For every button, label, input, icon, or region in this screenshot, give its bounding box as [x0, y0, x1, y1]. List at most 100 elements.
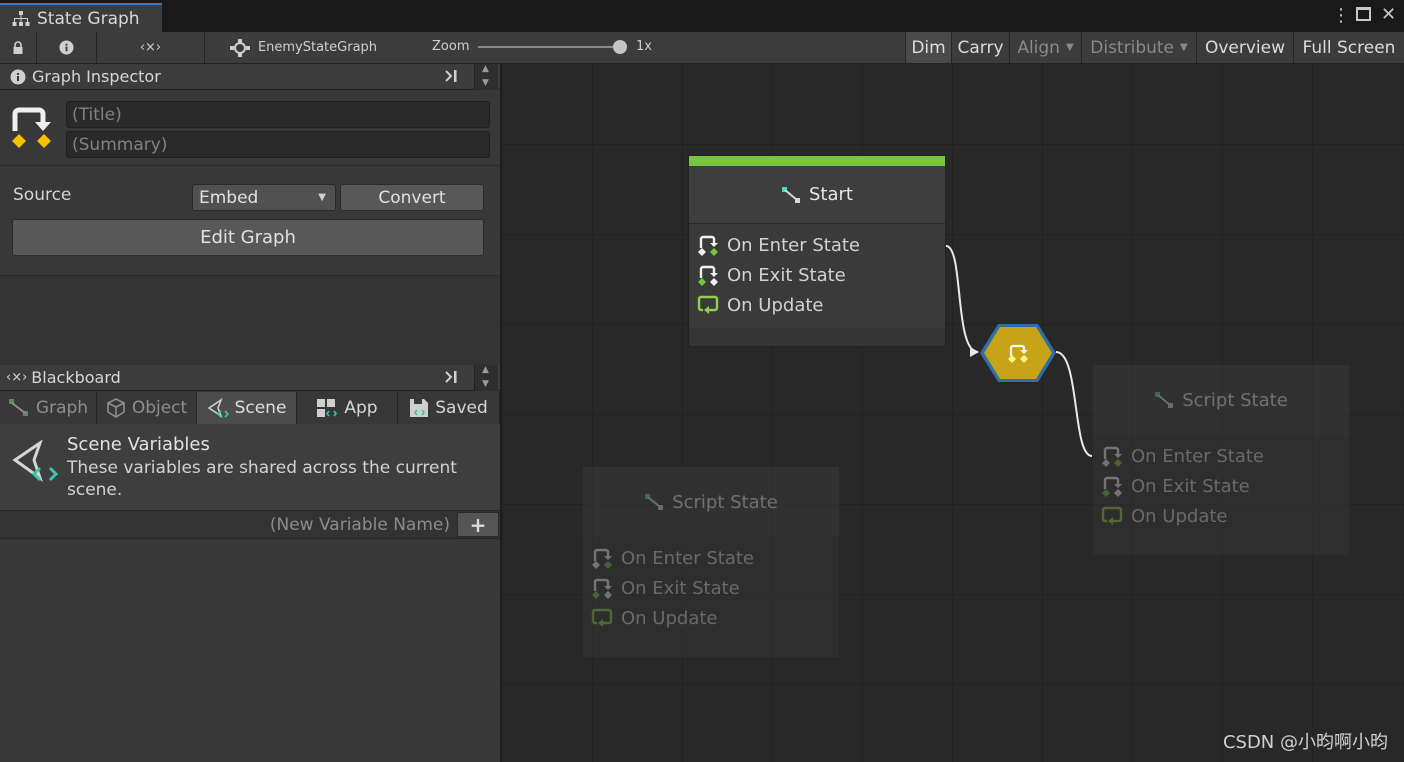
- port-on-update[interactable]: On Update: [697, 294, 824, 316]
- tab-scene-label: Scene: [234, 398, 287, 418]
- tab-title: State Graph: [37, 8, 140, 29]
- new-variable-input[interactable]: (New Variable Name): [0, 511, 455, 538]
- tab-saved-label: Saved: [435, 398, 488, 418]
- close-icon[interactable]: ✕: [1381, 4, 1396, 25]
- carry-button[interactable]: Carry: [951, 32, 1009, 63]
- add-variable-button[interactable]: +: [457, 512, 499, 537]
- blackboard-toggle-button[interactable]: ‹×›: [97, 32, 205, 63]
- chevron-down-icon: ▼: [1180, 42, 1188, 53]
- align-label: Align: [1017, 37, 1060, 58]
- scene-variables-description: These variables are shared across the cu…: [67, 458, 457, 500]
- blackboard-title: Blackboard: [31, 368, 121, 387]
- port-on-update[interactable]: On Update: [1101, 505, 1228, 527]
- summary-placeholder: (Summary): [72, 134, 168, 155]
- fullscreen-label: Full Screen: [1302, 37, 1396, 58]
- start-state-node[interactable]: Start On Enter State On Exit State On Up…: [688, 155, 946, 347]
- graph-breadcrumb[interactable]: EnemyStateGraph: [205, 32, 402, 63]
- variables-icon: ‹×›: [6, 370, 28, 385]
- graph-variables-icon: [8, 399, 28, 416]
- unity-scene-icon: [12, 440, 58, 482]
- unity-scene-icon: [207, 398, 229, 418]
- graph-inspector-header: Graph Inspector ▲ ▼: [0, 64, 500, 90]
- new-variable-row: (New Variable Name) +: [0, 510, 500, 539]
- source-dropdown[interactable]: Embed ▼: [192, 184, 336, 211]
- tab-graph-label: Graph: [35, 398, 89, 418]
- state-exit-icon: [698, 265, 718, 286]
- port-on-exit-state[interactable]: On Exit State: [1101, 475, 1250, 497]
- state-graph-asset-icon: [12, 107, 51, 148]
- tab-app-label: App: [344, 398, 378, 418]
- state-enter-icon: [1102, 446, 1122, 467]
- scroll-down-icon[interactable]: ▼: [482, 78, 489, 88]
- tab-object[interactable]: Object: [97, 392, 197, 424]
- graph-canvas[interactable]: Start On Enter State On Exit State On Up…: [502, 64, 1404, 762]
- lock-button[interactable]: [0, 32, 37, 63]
- scroll-up-icon[interactable]: ▲: [482, 64, 489, 74]
- tab-app[interactable]: App: [297, 392, 398, 424]
- tab-saved[interactable]: Saved: [398, 392, 500, 424]
- inspector-empty-area: [0, 275, 500, 365]
- tab-scene[interactable]: Scene: [197, 392, 297, 424]
- update-loop-icon: [591, 608, 613, 627]
- start-node-header: Start: [689, 166, 945, 224]
- summary-input[interactable]: (Summary): [66, 131, 490, 158]
- port-on-enter-state[interactable]: On Enter State: [591, 547, 754, 569]
- save-icon: [410, 399, 429, 417]
- convert-label: Convert: [378, 187, 446, 208]
- tab-state-graph[interactable]: State Graph: [0, 3, 162, 32]
- blackboard-header: ‹×› Blackboard ▲ ▼: [0, 365, 500, 391]
- zoom-label: Zoom: [432, 39, 470, 54]
- fullscreen-button[interactable]: Full Screen: [1293, 32, 1404, 63]
- dock-icon[interactable]: [444, 66, 458, 86]
- script-state-node-right[interactable]: Script State On Enter State On Exit Stat…: [1092, 364, 1350, 556]
- state-graph-icon: [229, 38, 250, 57]
- port-on-exit-state[interactable]: On Exit State: [591, 577, 740, 599]
- dim-button[interactable]: Dim: [905, 32, 951, 63]
- port-on-enter-state[interactable]: On Enter State: [697, 234, 860, 256]
- zoom-slider-track[interactable]: [478, 46, 620, 48]
- port-on-update[interactable]: On Update: [591, 607, 718, 629]
- title-input[interactable]: (Title): [66, 101, 490, 128]
- watermark: CSDN @小昀啊小昀: [1222, 732, 1388, 753]
- scroll-down-icon[interactable]: ▼: [482, 379, 489, 389]
- distribute-dropdown[interactable]: Distribute ▼: [1081, 32, 1196, 63]
- more-menu-icon[interactable]: ⋮: [1332, 5, 1350, 26]
- info-icon: [10, 69, 26, 84]
- convert-button[interactable]: Convert: [340, 184, 484, 211]
- tab-object-label: Object: [131, 398, 188, 418]
- scene-variables-title: Scene Variables: [67, 434, 210, 455]
- node-footer: [689, 328, 945, 346]
- cube-icon: [107, 398, 125, 418]
- align-dropdown[interactable]: Align ▼: [1009, 32, 1081, 63]
- blackboard-scrollbar[interactable]: ▲ ▼: [474, 365, 498, 391]
- port-on-exit-state[interactable]: On Exit State: [697, 264, 846, 286]
- window-titlebar: State Graph ⋮ ✕: [0, 0, 1404, 32]
- zoom-slider-handle[interactable]: [613, 40, 627, 54]
- update-loop-icon: [697, 295, 719, 314]
- edit-graph-button[interactable]: Edit Graph: [12, 219, 484, 256]
- state-node-icon: [1155, 392, 1174, 408]
- tab-graph[interactable]: Graph: [0, 392, 97, 424]
- scroll-up-icon[interactable]: ▲: [482, 365, 489, 375]
- state-node-icon: [782, 186, 800, 203]
- overview-button[interactable]: Overview: [1196, 32, 1293, 63]
- port-label: On Enter State: [727, 234, 860, 256]
- maximize-icon[interactable]: [1356, 7, 1371, 21]
- state-exit-icon: [1102, 476, 1122, 497]
- overview-label: Overview: [1204, 37, 1286, 58]
- info-icon: [59, 40, 74, 55]
- inspector-scrollbar[interactable]: ▲ ▼: [474, 64, 498, 90]
- script-state-header: Script State: [583, 467, 839, 537]
- dock-icon[interactable]: [444, 367, 458, 387]
- update-loop-icon: [1101, 506, 1123, 525]
- app-icon: [317, 399, 338, 417]
- port-on-enter-state[interactable]: On Enter State: [1101, 445, 1264, 467]
- script-state-title: Script State: [672, 491, 778, 513]
- graph-name: EnemyStateGraph: [257, 40, 378, 55]
- new-variable-placeholder: (New Variable Name): [269, 514, 450, 535]
- inspector-toggle-button[interactable]: [37, 32, 97, 63]
- transition-node[interactable]: [978, 322, 1058, 384]
- graph-inspector-title: Graph Inspector: [32, 67, 161, 86]
- distribute-label: Distribute: [1090, 37, 1175, 58]
- script-state-node-left[interactable]: Script State On Enter State On Exit Stat…: [582, 466, 840, 658]
